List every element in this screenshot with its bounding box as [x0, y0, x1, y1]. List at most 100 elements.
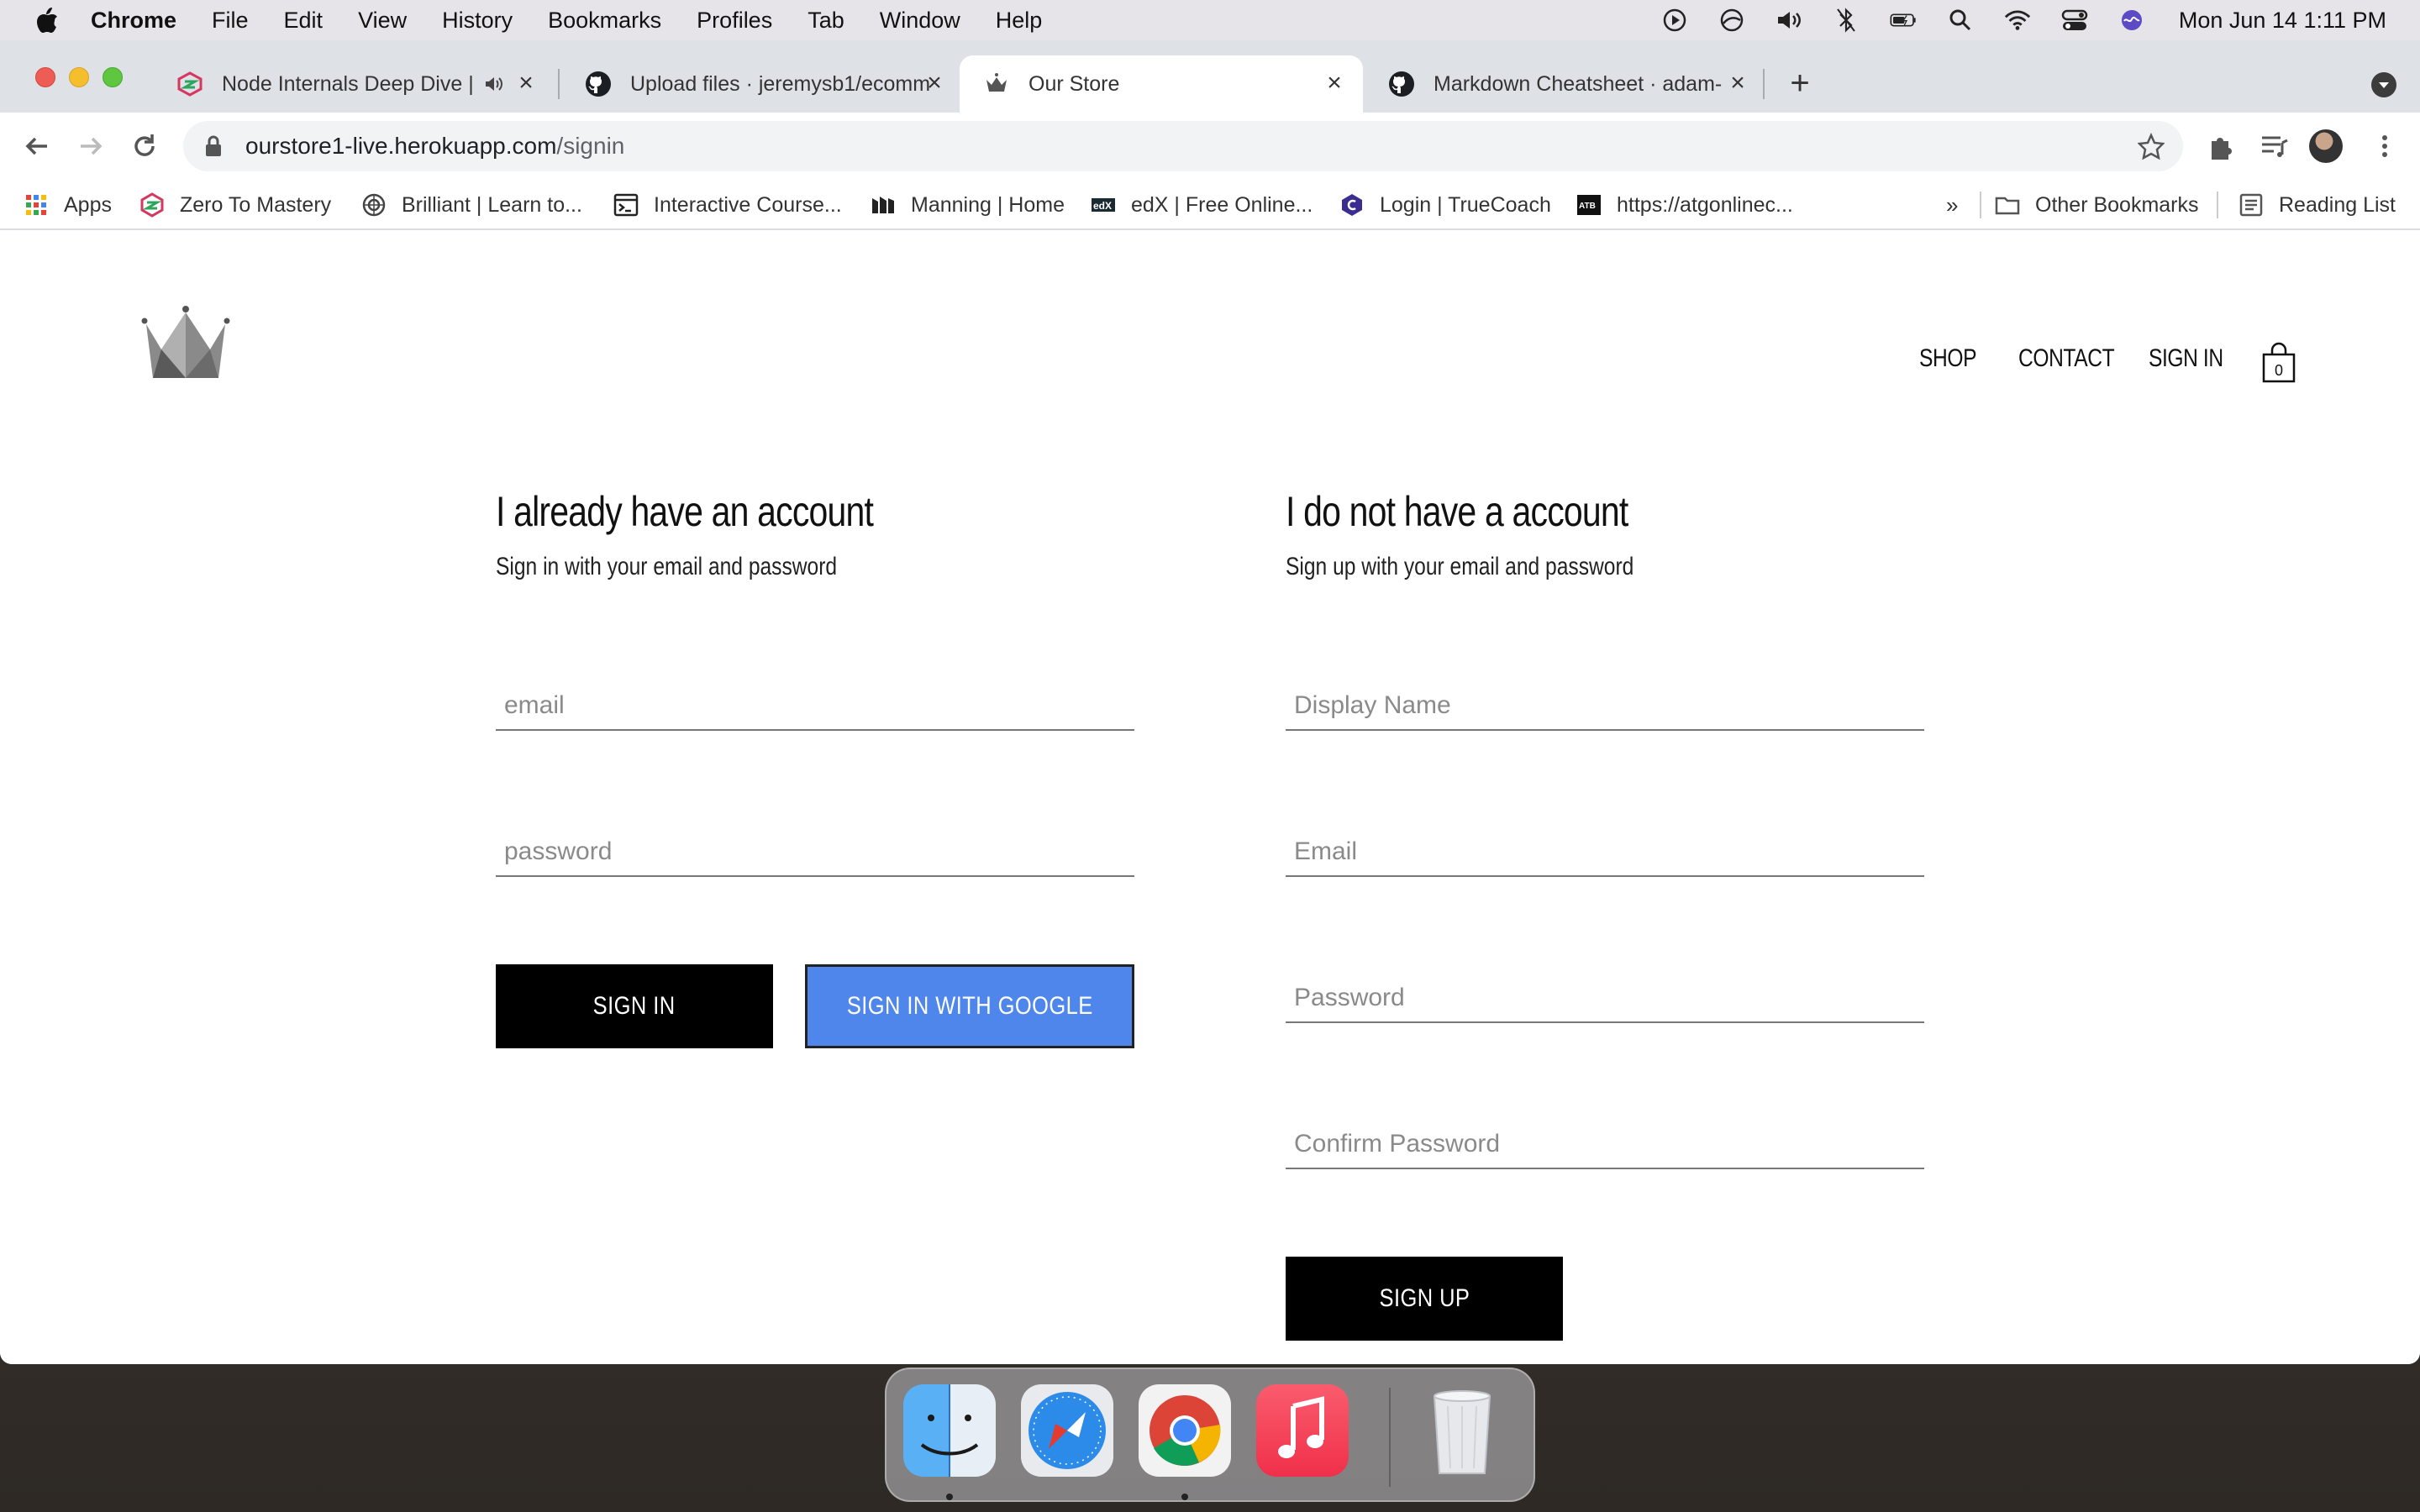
lock-icon[interactable]: [202, 134, 225, 158]
display-name-input[interactable]: [1286, 682, 1924, 729]
url-host: ourstore1-live.herokuapp.com: [245, 133, 557, 159]
bookmark-star-icon[interactable]: [2138, 133, 2165, 160]
sign-in-section: I already have an account Sign in with y…: [496, 487, 1134, 581]
play-status-icon[interactable]: [1661, 7, 1688, 34]
sign-up-password-input[interactable]: [1286, 974, 1924, 1021]
bookmark-label: Interactive Course...: [654, 192, 842, 217]
address-bar[interactable]: ourstore1-live.herokuapp.com/signin: [183, 121, 2183, 171]
nav-contact-link[interactable]: CONTACT: [2018, 344, 2115, 373]
apple-logo-icon[interactable]: [35, 7, 59, 34]
close-tab-icon[interactable]: ×: [516, 71, 536, 96]
bookmark-atgonline[interactable]: ATB https://atgonlinec...: [1576, 190, 1793, 220]
bookmark-apps[interactable]: Apps: [24, 190, 112, 220]
tab-node-internals[interactable]: Node Internals Deep Dive | ×: [153, 55, 555, 113]
maximize-window-button[interactable]: [103, 67, 123, 87]
tab-separator: [1763, 69, 1765, 99]
menu-bar-clock[interactable]: Mon Jun 14 1:11 PM: [2179, 8, 2386, 34]
bookmark-other-folder[interactable]: Other Bookmarks: [1995, 190, 2199, 220]
tab-separator: [558, 69, 560, 99]
bookmark-zero-to-mastery[interactable]: Zero To Mastery: [139, 190, 331, 220]
bookmark-truecoach[interactable]: Login | TrueCoach: [1339, 190, 1551, 220]
bookmark-interactive-course[interactable]: Interactive Course...: [613, 190, 842, 220]
crown-logo-icon[interactable]: [141, 304, 230, 381]
profile-avatar[interactable]: [2309, 129, 2343, 163]
menu-help[interactable]: Help: [996, 8, 1043, 34]
finder-icon[interactable]: [903, 1384, 996, 1477]
focus-status-icon[interactable]: [1718, 7, 1745, 34]
music-icon[interactable]: [1256, 1384, 1349, 1477]
bookmark-brilliant[interactable]: Brilliant | Learn to...: [361, 190, 582, 220]
reading-list-label: Reading List: [2279, 192, 2396, 217]
close-tab-icon[interactable]: ×: [1728, 71, 1748, 96]
github-icon: [586, 71, 611, 97]
forward-arrow-icon[interactable]: [72, 128, 109, 165]
chrome-menu-kebab-icon[interactable]: [2368, 129, 2402, 163]
minimize-window-button[interactable]: [69, 67, 89, 87]
bookmark-label: Other Bookmarks: [2035, 192, 2199, 217]
bluetooth-off-icon[interactable]: [1833, 7, 1860, 34]
wifi-icon[interactable]: [2004, 7, 2031, 34]
menu-file[interactable]: File: [212, 8, 249, 34]
sign-in-title: I already have an account: [496, 488, 874, 535]
bookmark-manning[interactable]: Manning | Home: [871, 190, 1065, 220]
google-chrome-icon[interactable]: [1139, 1384, 1231, 1477]
sign-up-button-label: SIGN UP: [1379, 1284, 1470, 1312]
sign-up-email-field: [1286, 828, 1924, 877]
tab-upload-files[interactable]: Upload files · jeremysb1/ecomm ×: [561, 55, 963, 113]
safari-icon[interactable]: [1021, 1384, 1113, 1477]
tab-title: Our Store: [1028, 71, 1120, 96]
sign-in-button-label: SIGN IN: [593, 992, 676, 1020]
media-queue-icon[interactable]: [2257, 129, 2291, 163]
tab-search-icon[interactable]: [2371, 72, 2396, 97]
menu-edit[interactable]: Edit: [284, 8, 324, 34]
menu-bookmarks[interactable]: Bookmarks: [548, 8, 661, 34]
url-path: /signin: [556, 133, 625, 159]
reload-icon[interactable]: [126, 128, 163, 165]
extensions-puzzle-icon[interactable]: [2205, 129, 2238, 163]
back-arrow-icon[interactable]: [18, 128, 55, 165]
folder-icon: [1995, 197, 2020, 215]
nav-shop-link[interactable]: SHOP: [1919, 344, 1976, 373]
speaker-icon[interactable]: [484, 76, 504, 92]
battery-icon[interactable]: [1890, 7, 1917, 34]
close-window-button[interactable]: [35, 67, 55, 87]
github-icon: [1389, 71, 1414, 97]
sign-in-button[interactable]: SIGN IN: [496, 964, 773, 1048]
close-tab-icon[interactable]: ×: [1324, 71, 1344, 96]
bookmark-edx[interactable]: edX edX | Free Online...: [1091, 190, 1313, 220]
bookmark-label: https://atgonlinec...: [1617, 192, 1793, 217]
sign-up-email-input[interactable]: [1286, 828, 1924, 875]
sign-in-email-input[interactable]: [496, 682, 1134, 729]
menu-view[interactable]: View: [358, 8, 407, 34]
menu-history[interactable]: History: [442, 8, 513, 34]
tab-our-store[interactable]: Our Store ×: [960, 55, 1363, 113]
google-button-label: SIGN IN WITH GOOGLE: [846, 992, 1093, 1020]
sign-up-button[interactable]: SIGN UP: [1286, 1257, 1563, 1341]
close-tab-icon[interactable]: ×: [924, 71, 944, 96]
tab-markdown-cheatsheet[interactable]: Markdown Cheatsheet · adam- ×: [1365, 55, 1766, 113]
tab-title: Upload files · jeremysb1/ecomm: [630, 71, 931, 96]
tab-strip: Node Internals Deep Dive | × Upload file…: [0, 40, 2420, 113]
bookmarks-separator: [1980, 192, 1981, 218]
spotlight-search-icon[interactable]: [1947, 7, 1974, 34]
menu-profiles[interactable]: Profiles: [697, 8, 772, 34]
cart-item-count: 0: [2274, 362, 2283, 379]
sign-in-with-google-button[interactable]: SIGN IN WITH GOOGLE: [805, 964, 1134, 1048]
siri-icon[interactable]: [2118, 7, 2145, 34]
nav-sign-in-link[interactable]: SIGN IN: [2149, 344, 2223, 373]
new-tab-button[interactable]: +: [1785, 66, 1815, 100]
web-page: SHOP CONTACT SIGN IN 0 I already have an…: [0, 230, 2420, 1364]
trash-icon[interactable]: [1416, 1384, 1508, 1477]
reading-list-button[interactable]: Reading List: [2238, 190, 2396, 220]
bookmarks-overflow-chevron[interactable]: »: [1946, 190, 1958, 220]
sign-in-password-field: [496, 828, 1134, 877]
sign-in-password-input[interactable]: [496, 828, 1134, 875]
sign-up-password-field: [1286, 974, 1924, 1023]
volume-icon[interactable]: [1776, 7, 1802, 34]
menu-app-chrome[interactable]: Chrome: [91, 8, 176, 34]
confirm-password-input[interactable]: [1286, 1121, 1924, 1168]
menu-window[interactable]: Window: [880, 8, 960, 34]
control-center-icon[interactable]: [2061, 7, 2088, 34]
menu-tab[interactable]: Tab: [808, 8, 844, 34]
chrome-window: Node Internals Deep Dive | × Upload file…: [0, 40, 2420, 1364]
